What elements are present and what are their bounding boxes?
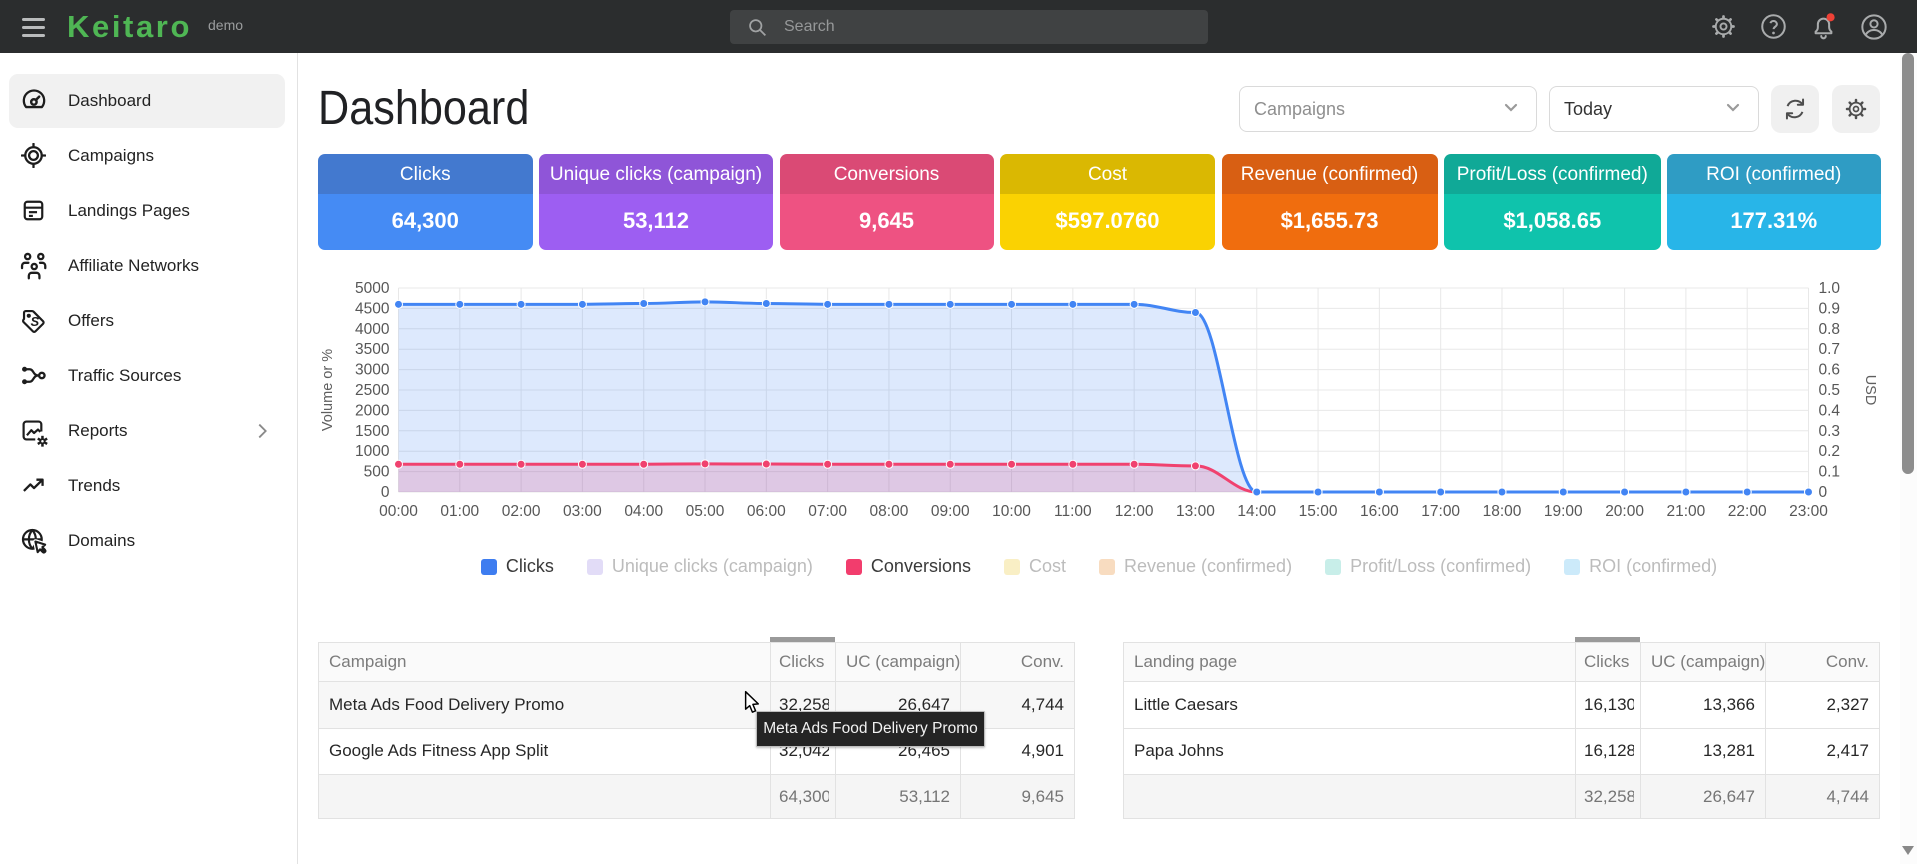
svg-text:0.9: 0.9 xyxy=(1819,300,1841,317)
svg-text:16:00: 16:00 xyxy=(1360,503,1399,520)
svg-text:Volume or %: Volume or % xyxy=(320,349,336,431)
svg-text:5000: 5000 xyxy=(355,280,390,297)
svg-text:11:00: 11:00 xyxy=(1054,503,1092,520)
svg-text:2000: 2000 xyxy=(355,402,390,419)
svg-text:02:00: 02:00 xyxy=(502,503,541,520)
svg-text:0.6: 0.6 xyxy=(1819,362,1841,379)
svg-text:4000: 4000 xyxy=(355,321,390,338)
svg-text:13:00: 13:00 xyxy=(1176,503,1215,520)
svg-text:0.1: 0.1 xyxy=(1819,464,1841,481)
svg-text:14:00: 14:00 xyxy=(1237,503,1276,520)
svg-text:0.5: 0.5 xyxy=(1819,382,1841,399)
svg-text:1.0: 1.0 xyxy=(1819,280,1841,297)
svg-text:3500: 3500 xyxy=(355,341,390,358)
svg-text:08:00: 08:00 xyxy=(870,503,909,520)
svg-text:0: 0 xyxy=(381,484,390,501)
svg-text:00:00: 00:00 xyxy=(379,503,418,520)
svg-text:15:00: 15:00 xyxy=(1299,503,1338,520)
svg-text:04:00: 04:00 xyxy=(624,503,663,520)
svg-text:09:00: 09:00 xyxy=(931,503,970,520)
svg-text:20:00: 20:00 xyxy=(1605,503,1644,520)
svg-text:01:00: 01:00 xyxy=(440,503,479,520)
svg-text:05:00: 05:00 xyxy=(686,503,725,520)
svg-text:21:00: 21:00 xyxy=(1666,503,1705,520)
svg-text:S: S xyxy=(31,314,40,329)
svg-text:18:00: 18:00 xyxy=(1483,503,1522,520)
svg-text:10:00: 10:00 xyxy=(992,503,1031,520)
svg-text:4500: 4500 xyxy=(355,300,390,317)
svg-text:03:00: 03:00 xyxy=(563,503,602,520)
svg-text:0.2: 0.2 xyxy=(1819,443,1841,460)
svg-text:12:00: 12:00 xyxy=(1115,503,1154,520)
svg-text:0.7: 0.7 xyxy=(1819,341,1841,358)
svg-text:500: 500 xyxy=(364,464,390,481)
svg-text:22:00: 22:00 xyxy=(1728,503,1767,520)
svg-text:USD: USD xyxy=(1862,375,1878,406)
svg-text:19:00: 19:00 xyxy=(1544,503,1583,520)
svg-text:23:00: 23:00 xyxy=(1789,503,1828,520)
svg-text:0.3: 0.3 xyxy=(1819,423,1841,440)
svg-text:1500: 1500 xyxy=(355,423,390,440)
svg-text:3000: 3000 xyxy=(355,362,390,379)
svg-text:0.8: 0.8 xyxy=(1819,321,1841,338)
svg-text:06:00: 06:00 xyxy=(747,503,786,520)
svg-text:0: 0 xyxy=(1819,484,1828,501)
svg-text:2500: 2500 xyxy=(355,382,390,399)
svg-text:1000: 1000 xyxy=(355,443,390,460)
svg-text:07:00: 07:00 xyxy=(808,503,847,520)
svg-text:17:00: 17:00 xyxy=(1421,503,1460,520)
svg-text:0.4: 0.4 xyxy=(1819,402,1841,419)
